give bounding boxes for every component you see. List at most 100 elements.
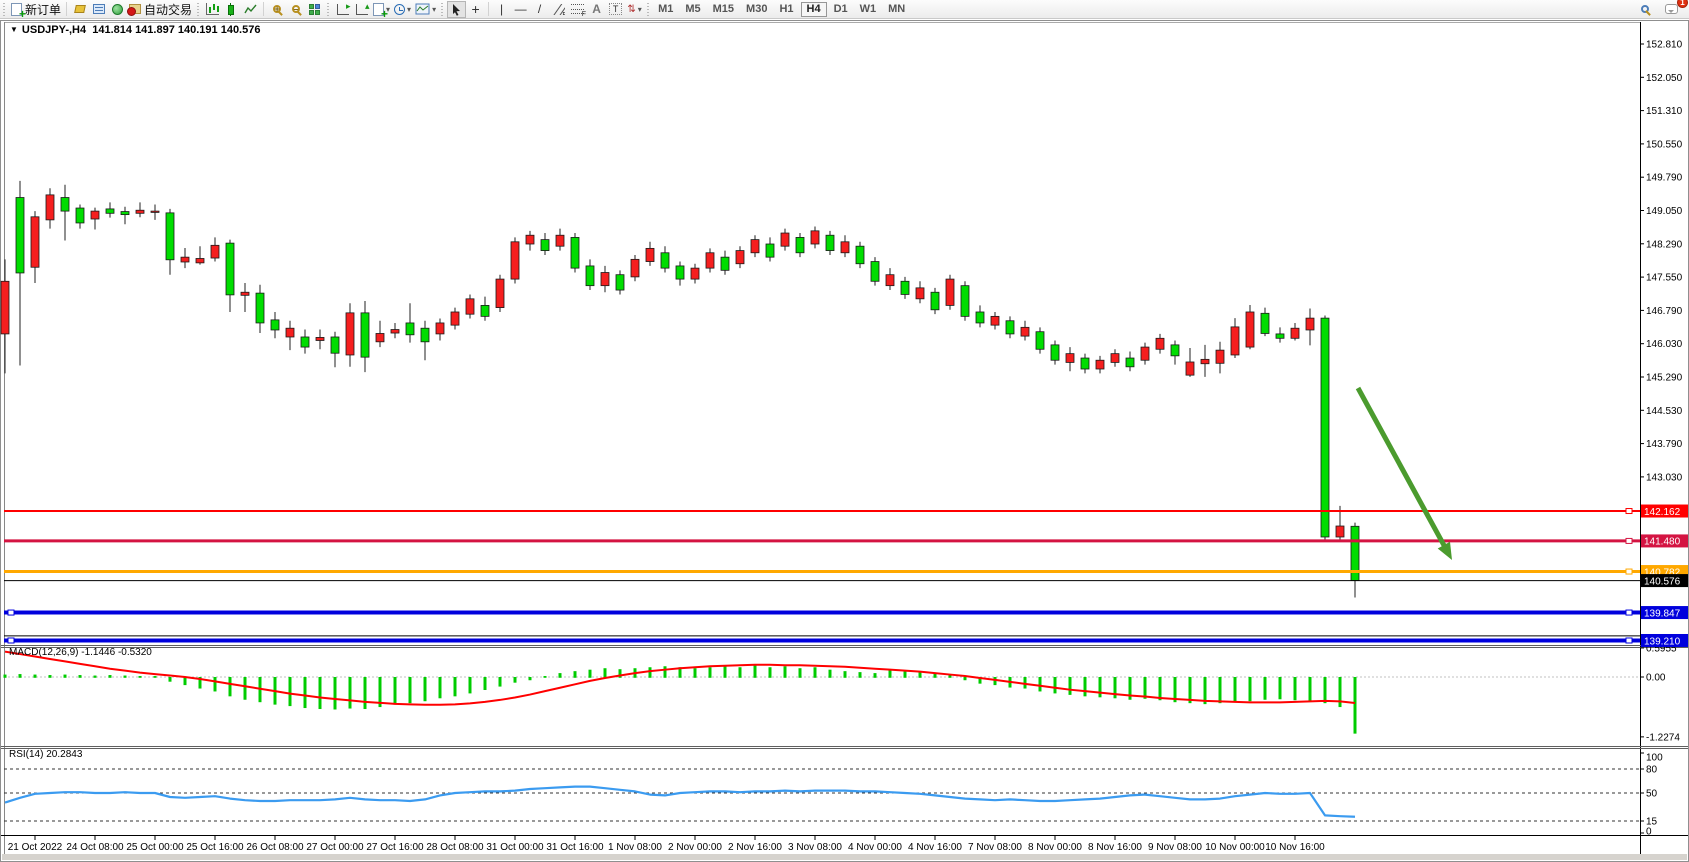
period-button[interactable]: ▾: [392, 1, 413, 18]
hline-handle[interactable]: [1626, 538, 1632, 543]
date-label: 10 Nov 00:00: [1205, 842, 1265, 853]
symbol-period-label: USDJPY-,H4: [22, 24, 86, 36]
toolbar-separator: [263, 2, 264, 16]
candle-body: [721, 257, 729, 270]
candle-body: [1216, 350, 1224, 363]
candle-body: [91, 211, 99, 219]
candle-body: [1081, 358, 1089, 369]
chart-plot: 152.810152.050151.310150.550149.790149.0…: [0, 0, 1689, 862]
macd-indicator-label: MACD(12,26,9) -1.1446 -0.5320: [9, 647, 152, 658]
candle-body: [1201, 359, 1209, 363]
toolbar-separator: [66, 2, 67, 16]
crosshair-tool-button[interactable]: +: [466, 1, 485, 18]
horizontal-line-tool-button[interactable]: —: [511, 1, 530, 18]
date-label: 25 Oct 16:00: [186, 842, 244, 853]
autotrade-button[interactable]: 自动交易: [127, 1, 194, 18]
candle-body: [1036, 332, 1044, 350]
chart-properties-button[interactable]: [70, 1, 89, 18]
hline-price-box-label: 142.162: [1644, 507, 1681, 518]
hline-handle[interactable]: [1626, 569, 1632, 574]
candle-body: [841, 242, 849, 253]
candle-body: [811, 231, 819, 244]
crosshair-icon: +: [471, 4, 479, 14]
candle-body: [1306, 318, 1314, 330]
price-tick-label: 151.310: [1646, 106, 1683, 117]
candle-body: [1051, 345, 1059, 360]
channel-tool-button[interactable]: [549, 1, 568, 18]
timeframe-button-m1[interactable]: M1: [653, 2, 678, 17]
cursor-tool-button[interactable]: [447, 1, 466, 18]
timeframe-button-w1[interactable]: W1: [855, 2, 882, 17]
timeframe-button-m15[interactable]: M15: [708, 2, 739, 17]
candle-body: [46, 195, 54, 220]
timeframe-button-mn[interactable]: MN: [883, 2, 910, 17]
hline-handle[interactable]: [8, 610, 14, 615]
zoom-out-button[interactable]: –: [286, 1, 305, 18]
hline-price-box-label: 139.847: [1644, 608, 1681, 619]
timeframe-button-d1[interactable]: D1: [829, 2, 853, 17]
fibonacci-tool-button[interactable]: [568, 1, 587, 18]
hline-handle[interactable]: [1626, 638, 1632, 643]
hline-handle[interactable]: [1626, 509, 1632, 514]
search-button[interactable]: [1635, 1, 1654, 18]
candle-body: [466, 299, 474, 314]
timeframe-button-h4[interactable]: H4: [801, 2, 827, 17]
chart-shift-button[interactable]: [352, 1, 371, 18]
cursor-icon: [451, 3, 462, 16]
zoom-in-button[interactable]: +: [267, 1, 286, 18]
autotrade-icon: [129, 4, 141, 14]
dropdown-arrow-icon: ▾: [638, 5, 642, 14]
candle-body: [1126, 358, 1134, 367]
hline-handle[interactable]: [8, 638, 14, 643]
candle-body: [451, 312, 459, 325]
hline-price-box-label: 141.480: [1644, 537, 1681, 548]
new-chart-button[interactable]: ▾: [371, 1, 392, 18]
timeframe-button-m5[interactable]: M5: [680, 2, 705, 17]
new-order-icon: [11, 3, 22, 16]
candle-body: [541, 240, 549, 251]
hline-handle[interactable]: [1626, 610, 1632, 615]
market-watch-button[interactable]: [89, 1, 108, 18]
zoom-out-icon: –: [292, 5, 300, 13]
candlestick-chart-button[interactable]: [222, 1, 241, 18]
template-icon: [415, 3, 430, 15]
tile-windows-button[interactable]: [305, 1, 324, 18]
bar-chart-button[interactable]: [203, 1, 222, 18]
candle-body: [646, 248, 654, 261]
template-button[interactable]: ▾: [413, 1, 438, 18]
candle-body: [1066, 354, 1074, 363]
search-icon: [1641, 5, 1649, 13]
navigator-button[interactable]: [108, 1, 127, 18]
dropdown-arrow-icon: ▾: [432, 5, 436, 14]
rsi-scale-label: 0: [1646, 827, 1652, 838]
timeframe-button-h1[interactable]: H1: [774, 2, 798, 17]
timeframe-button-m30[interactable]: M30: [741, 2, 772, 17]
macd-signal-line: [5, 652, 1355, 705]
arrows-tool-button[interactable]: ⇅▾: [625, 1, 644, 18]
candle-body: [61, 198, 69, 212]
trendline-tool-button[interactable]: /: [530, 1, 549, 18]
toolbar-grip: [326, 3, 331, 16]
date-label: 2 Nov 16:00: [728, 842, 782, 853]
timeframe-toolbar: M1M5M15M30H1H4D1W1MN: [653, 2, 910, 17]
clock-icon: [394, 4, 405, 15]
date-label: 9 Nov 08:00: [1148, 842, 1202, 853]
symbol-dropdown-icon[interactable]: ▼: [10, 25, 18, 34]
text-tool-button[interactable]: A: [587, 1, 606, 18]
toolbar-grip: [196, 3, 201, 16]
vertical-line-tool-button[interactable]: |: [492, 1, 511, 18]
candle-body: [766, 244, 774, 257]
price-tick-label: 144.530: [1646, 406, 1683, 417]
auto-scroll-button[interactable]: [333, 1, 352, 18]
new-order-button[interactable]: 新订单: [9, 1, 63, 18]
trend-arrow-line[interactable]: [1358, 388, 1447, 550]
price-tick-label: 146.030: [1646, 339, 1683, 350]
notifications-button[interactable]: 1: [1662, 1, 1681, 18]
bottom-status-strip: [2, 854, 1687, 860]
current-price-box-label: 140.576: [1644, 576, 1681, 587]
line-chart-button[interactable]: [241, 1, 260, 18]
auto-scroll-icon: [337, 4, 349, 15]
text-label-tool-button[interactable]: T: [606, 1, 625, 18]
candle-body: [691, 268, 699, 279]
price-tick-label: 147.550: [1646, 273, 1683, 284]
